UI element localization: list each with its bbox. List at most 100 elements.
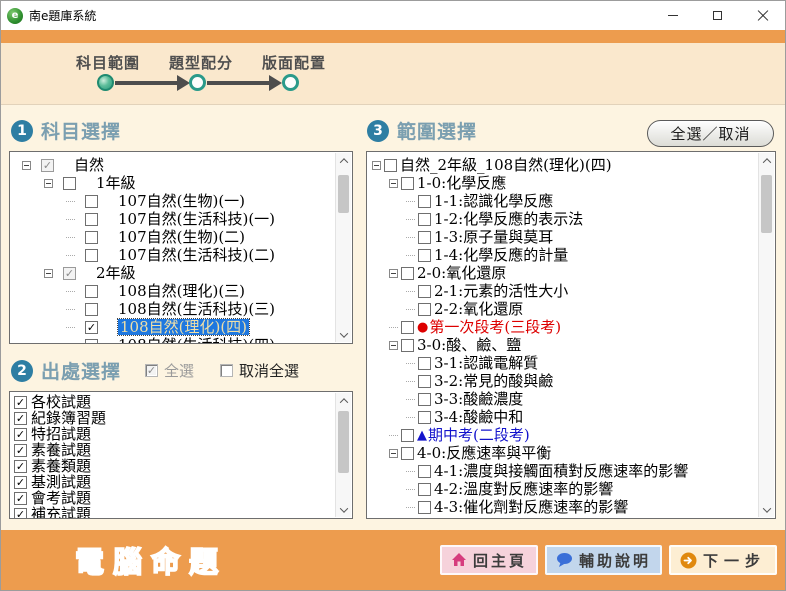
tree-item-label[interactable]: 108自然(生活科技)(三) bbox=[118, 301, 275, 318]
checkbox[interactable] bbox=[418, 213, 431, 226]
checkbox[interactable] bbox=[85, 303, 98, 316]
scrollbar[interactable] bbox=[335, 393, 351, 517]
checkbox[interactable] bbox=[85, 231, 98, 244]
list-item-label[interactable]: 特招試題 bbox=[31, 426, 91, 443]
tree-item-label[interactable]: 4-3:催化劑對反應速率的影響 bbox=[434, 499, 628, 516]
scroll-down-button[interactable] bbox=[759, 502, 774, 517]
collapse-icon[interactable] bbox=[389, 449, 398, 458]
scroll-down-button[interactable] bbox=[336, 502, 351, 517]
list-item-label[interactable]: 紀錄簿習題 bbox=[31, 410, 106, 427]
step-circle-2-icon[interactable] bbox=[189, 74, 206, 91]
tree-item-label[interactable]: 期中考(二段考) bbox=[428, 427, 530, 444]
checkbox[interactable] bbox=[63, 177, 76, 190]
scrollbar-thumb[interactable] bbox=[338, 175, 349, 213]
checkbox[interactable] bbox=[418, 195, 431, 208]
scroll-up-button[interactable] bbox=[759, 153, 774, 168]
checkbox[interactable] bbox=[401, 339, 414, 352]
select-all-checkbox[interactable]: ✓ bbox=[145, 364, 158, 377]
collapse-icon[interactable] bbox=[44, 179, 53, 188]
checkbox[interactable] bbox=[418, 465, 431, 478]
checkbox[interactable]: ✓ bbox=[14, 492, 27, 505]
tree-item-label[interactable]: 1年級 bbox=[96, 175, 136, 192]
tree-item-label[interactable]: 108自然(理化)(三) bbox=[118, 283, 245, 300]
tree-item-label[interactable]: 自然 bbox=[74, 157, 104, 174]
checkbox[interactable] bbox=[401, 177, 414, 190]
tree-item-label[interactable]: 3-3:酸鹼濃度 bbox=[434, 391, 523, 408]
scroll-up-button[interactable] bbox=[336, 393, 351, 408]
tree-item-label[interactable]: 2-2:氧化還原 bbox=[434, 301, 523, 318]
tree-item-label[interactable]: 107自然(生物)(一) bbox=[118, 193, 245, 210]
checkbox[interactable] bbox=[85, 213, 98, 226]
tree-item-label[interactable]: 4-2:溫度對反應速率的影響 bbox=[434, 481, 613, 498]
tree-item-label[interactable]: 3-4:酸鹼中和 bbox=[434, 409, 523, 426]
tree-item-label[interactable]: 3-2:常見的酸與鹼 bbox=[434, 373, 553, 390]
collapse-icon[interactable] bbox=[372, 161, 381, 170]
scroll-down-button[interactable] bbox=[336, 327, 351, 342]
checkbox[interactable] bbox=[418, 285, 431, 298]
tree-item-label[interactable]: 3-0:酸、鹼、鹽 bbox=[417, 337, 521, 354]
tree-item-label[interactable]: 108自然(理化)(四) bbox=[118, 319, 249, 336]
collapse-icon[interactable] bbox=[22, 161, 31, 170]
help-button[interactable]: 輔助說明 bbox=[545, 545, 662, 575]
checkbox[interactable] bbox=[401, 321, 414, 334]
checkbox[interactable]: ✓ bbox=[41, 159, 54, 172]
checkbox[interactable]: ✓ bbox=[14, 444, 27, 457]
checkbox[interactable] bbox=[418, 231, 431, 244]
tree-item-label[interactable]: 4-0:反應速率與平衡 bbox=[417, 445, 551, 462]
checkbox[interactable]: ✓ bbox=[14, 412, 27, 425]
maximize-button[interactable] bbox=[695, 1, 740, 30]
collapse-icon[interactable] bbox=[389, 269, 398, 278]
checkbox[interactable] bbox=[418, 411, 431, 424]
checkbox[interactable]: ✓ bbox=[63, 267, 76, 280]
checkbox[interactable] bbox=[85, 339, 98, 344]
select-all-toggle-button[interactable]: 全選／取消 bbox=[647, 120, 774, 147]
tree-item-label[interactable]: 2年級 bbox=[96, 265, 136, 282]
checkbox[interactable] bbox=[418, 357, 431, 370]
collapse-icon[interactable] bbox=[389, 179, 398, 188]
scrollbar-thumb[interactable] bbox=[761, 175, 772, 233]
checkbox[interactable] bbox=[418, 393, 431, 406]
tree-item-label[interactable]: 3-1:認識電解質 bbox=[434, 355, 538, 372]
checkbox[interactable]: ✓ bbox=[14, 508, 27, 519]
close-button[interactable] bbox=[740, 1, 785, 30]
next-step-button[interactable]: 下一步 bbox=[669, 545, 777, 575]
checkbox[interactable] bbox=[85, 249, 98, 262]
tree-item-label[interactable]: 1-1:認識化學反應 bbox=[434, 193, 553, 210]
checkbox[interactable] bbox=[384, 159, 397, 172]
checkbox[interactable] bbox=[418, 375, 431, 388]
checkbox[interactable]: ✓ bbox=[14, 476, 27, 489]
checkbox[interactable] bbox=[418, 303, 431, 316]
checkbox[interactable] bbox=[401, 447, 414, 460]
list-item-label[interactable]: 各校試題 bbox=[31, 394, 91, 411]
tree-item-label[interactable]: 2-0:氧化還原 bbox=[417, 265, 506, 282]
tree-item-label[interactable]: 2-1:元素的活性大小 bbox=[434, 283, 568, 300]
tree-item-label[interactable]: 108自然(生活科技)(四) bbox=[118, 337, 275, 343]
checkbox[interactable]: ✓ bbox=[14, 428, 27, 441]
scrollbar-thumb[interactable] bbox=[338, 411, 349, 473]
checkbox[interactable] bbox=[85, 285, 98, 298]
home-button[interactable]: 回主頁 bbox=[440, 545, 538, 575]
tree-item-label[interactable]: 4-1:濃度與接觸面積對反應速率的影響 bbox=[434, 463, 688, 480]
list-item-label[interactable]: 會考試題 bbox=[31, 490, 91, 507]
list-item-label[interactable]: 基測試題 bbox=[31, 474, 91, 491]
list-item-label[interactable]: 素養試題 bbox=[31, 442, 91, 459]
tree-item-label[interactable]: 1-0:化學反應 bbox=[417, 175, 506, 192]
step-circle-1-active-icon[interactable] bbox=[97, 74, 114, 91]
checkbox[interactable] bbox=[418, 249, 431, 262]
tree-item-label[interactable]: 107自然(生物)(二) bbox=[118, 229, 245, 246]
tree-item-label[interactable]: 1-2:化學反應的表示法 bbox=[434, 211, 583, 228]
scrollbar[interactable] bbox=[758, 153, 774, 517]
checkbox[interactable]: ✓ bbox=[85, 321, 98, 334]
tree-item-label[interactable]: 107自然(生活科技)(一) bbox=[118, 211, 275, 228]
collapse-icon[interactable] bbox=[389, 341, 398, 350]
checkbox[interactable] bbox=[401, 267, 414, 280]
deselect-all-checkbox[interactable] bbox=[220, 364, 233, 377]
checkbox[interactable] bbox=[85, 195, 98, 208]
collapse-icon[interactable] bbox=[44, 269, 53, 278]
checkbox[interactable] bbox=[418, 483, 431, 496]
step-circle-3-icon[interactable] bbox=[282, 74, 299, 91]
minimize-button[interactable] bbox=[650, 1, 695, 30]
tree-item-label[interactable]: 自然_2年級_108自然(理化)(四) bbox=[400, 157, 612, 174]
tree-item-label[interactable]: 1-4:化學反應的計量 bbox=[434, 247, 568, 264]
tree-item-label[interactable]: 1-3:原子量與莫耳 bbox=[434, 229, 553, 246]
